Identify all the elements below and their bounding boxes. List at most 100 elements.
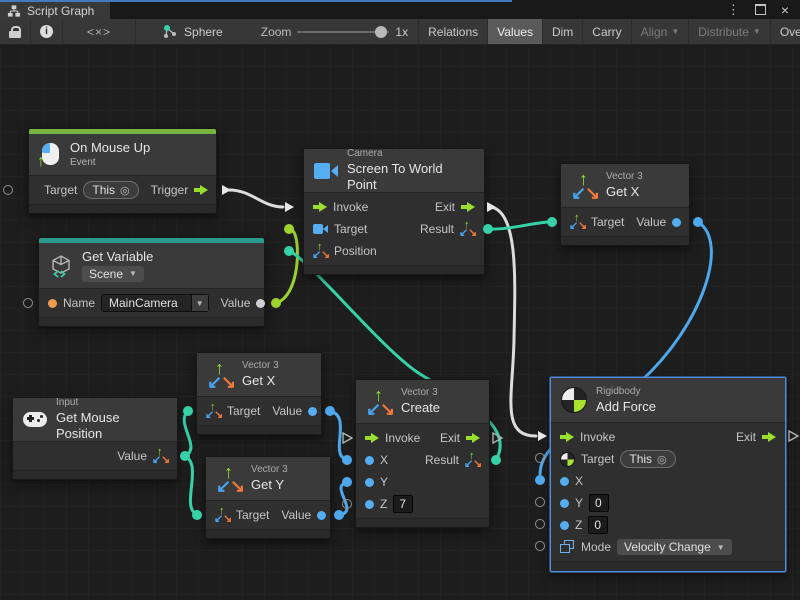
port-create-exit-out[interactable] [491,432,503,444]
maximize-icon[interactable] [755,4,766,15]
port-camera-exit-out[interactable] [485,201,497,213]
float-port-dot[interactable] [365,500,374,509]
tab-bar: Script Graph ⋮ × [0,0,800,19]
port-getxtop-value-out[interactable] [693,217,703,227]
z-value-field[interactable]: 0 [588,516,608,534]
gamepad-icon [23,412,47,427]
info-button[interactable]: i [31,19,63,44]
target-self-pill[interactable]: This◎ [83,181,138,199]
toolbar-button-dim[interactable]: Dim [543,19,583,44]
port-getmouseposition-value-out[interactable] [180,451,190,461]
node-get-mouse-position[interactable]: Input Get Mouse Position Value ↑↙↘ [12,397,178,480]
toolbar-button-relations[interactable]: Relations [418,19,488,44]
wire-variable-to-camera-target[interactable] [276,231,297,303]
port-getvariable-value-out[interactable] [271,298,281,308]
port-camera-result-out[interactable] [483,224,493,234]
port-gety-target-in[interactable] [192,510,202,520]
float-port-dot[interactable] [560,477,569,486]
zoom-slider[interactable] [297,31,389,33]
wire-trigger-to-invoke[interactable] [229,190,283,207]
toolbar-button-carry[interactable]: Carry [583,19,631,44]
port-addforce-target-in[interactable] [535,453,545,463]
toolbar-button-align[interactable]: Align▼ [632,19,690,44]
force-mode-dropdown[interactable]: Velocity Change▼ [617,539,732,555]
port-getvariable-name-in[interactable] [23,298,33,308]
flow-arrow-icon [461,202,475,212]
node-on-mouse-up[interactable]: ↑ On Mouse Up Event Target This◎ [28,128,217,214]
port-gety-value-out[interactable] [334,510,344,520]
flow-arrow-icon [560,432,574,442]
port-camera-target-in[interactable] [284,224,294,234]
variable-name-dropdown[interactable]: MainCamera▼ [101,294,209,312]
node-title: Get X [606,184,643,200]
node-category: Rigidbody [596,386,656,398]
inspect-code-button[interactable]: <×> [63,19,136,44]
lock-button[interactable] [0,19,31,44]
node-get-x-mid[interactable]: ↑↙↘ Vector 3 Get X ↑↙↘ Target Value [196,352,322,435]
zoom-slider-handle[interactable] [375,26,387,38]
port-camera-invoke-in[interactable] [283,201,295,213]
float-port-dot[interactable] [365,478,374,487]
window-menu-icon[interactable]: ⋮ [727,3,740,16]
toolbar-button-overview[interactable]: Overview [771,19,800,44]
port-label-exit: Exit [435,200,455,214]
float-port-dot[interactable] [365,456,374,465]
zoom-value: 1x [395,25,408,39]
wire-mouse-to-getx-target[interactable] [184,412,191,456]
port-create-invoke-in[interactable] [341,432,353,444]
float-port-dot[interactable] [317,511,326,520]
port-create-x-in[interactable] [342,455,352,465]
port-camera-position-in[interactable] [284,246,294,256]
port-onmouseup-target-in[interactable] [3,185,13,195]
z-value-field[interactable]: 7 [393,495,413,513]
port-label-target: Target [236,508,269,522]
port-addforce-y-in[interactable] [535,497,545,507]
node-vector3-create[interactable]: ↑↙↘ Vector 3 Create Invoke Exit X [355,379,490,528]
port-getxmid-value-out[interactable] [325,406,335,416]
float-port-dot[interactable] [308,407,317,416]
port-addforce-x-in[interactable] [535,475,545,485]
port-addforce-exit-out[interactable] [787,430,799,442]
float-port-dot[interactable] [560,499,569,508]
node-title: Screen To World Point [347,161,474,192]
float-port-dot[interactable] [672,218,681,227]
wire-camera-exit-to-addforce-invoke[interactable] [491,207,536,436]
wire-mouse-to-gety-target[interactable] [185,456,196,514]
port-addforce-z-in[interactable] [535,519,545,529]
mouse-icon: ↑ [39,143,61,167]
wire-camera-result-to-getx-target[interactable] [488,222,548,229]
port-create-z-in[interactable] [342,499,352,509]
node-get-variable[interactable]: Get Variable Scene▼ Name MainCamera▼ Val… [38,237,265,327]
node-screen-to-world-point[interactable]: Camera Screen To World Point Invoke Exit… [303,148,485,275]
y-value-field[interactable]: 0 [589,494,609,512]
flow-arrow-icon [194,185,208,195]
toolbar-button-distribute[interactable]: Distribute▼ [689,19,771,44]
node-add-force[interactable]: Rigidbody Add Force Invoke Exit Target T… [550,377,786,572]
vector3-icon: ↑↙↘ [206,404,221,419]
rigidbody-icon [560,452,575,467]
port-label-position: Position [334,244,377,258]
tab-script-graph[interactable]: Script Graph [0,2,110,19]
node-category: Vector 3 [242,360,279,372]
value-port-dot[interactable] [256,299,265,308]
graph-breadcrumb[interactable]: Sphere [152,19,233,44]
node-get-x-top[interactable]: ↑↙↘ Vector 3 Get X ↑↙↘ Target Value [560,163,690,246]
port-addforce-invoke-in[interactable] [536,430,548,442]
port-getxmid-target-in[interactable] [183,406,193,416]
port-label-mode: Mode [581,540,611,554]
port-create-y-in[interactable] [342,477,352,487]
vector3-icon: ↑↙↘ [366,389,392,415]
node-get-y[interactable]: ↑↙↘ Vector 3 Get Y ↑↙↘ Target Value [205,456,331,539]
graph-canvas[interactable]: ↑ On Mouse Up Event Target This◎ [0,44,800,600]
port-create-result-out[interactable] [491,455,501,465]
target-self-pill[interactable]: This◎ [620,450,675,468]
port-onmouseup-trigger-out[interactable] [220,184,232,196]
float-port-dot[interactable] [560,521,569,530]
toolbar-button-values[interactable]: Values [488,19,543,44]
port-label-value: Value [281,508,311,522]
port-addforce-mode-in[interactable] [535,541,545,551]
string-port-dot[interactable] [48,299,57,308]
close-icon[interactable]: × [781,3,789,17]
port-getxtop-target-in[interactable] [547,217,557,227]
variable-scope-dropdown[interactable]: Scene▼ [82,266,144,282]
